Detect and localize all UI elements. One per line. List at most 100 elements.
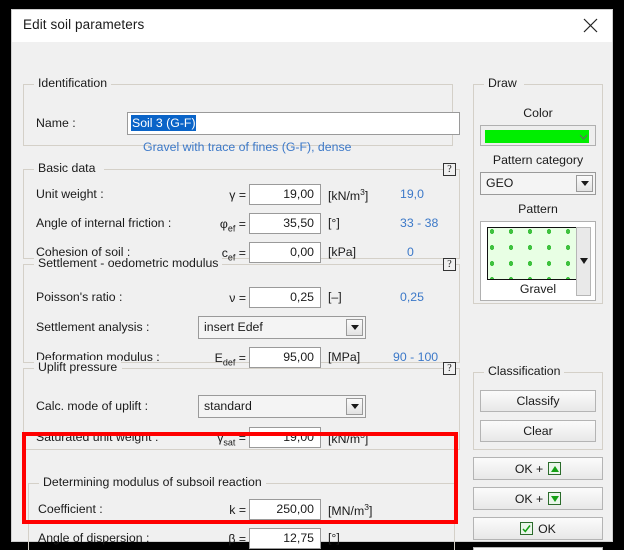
pattern-preview[interactable]: Gravel bbox=[480, 221, 596, 301]
color-select[interactable] bbox=[480, 125, 596, 146]
cohesion-unit: [kPa] bbox=[328, 245, 357, 259]
deformation-modulus-hint: 90 - 100 bbox=[393, 350, 439, 364]
coefficient-input[interactable]: 250,00 bbox=[249, 499, 321, 520]
deformation-modulus-unit: [MPa] bbox=[328, 350, 361, 364]
uplift-mode-label: Calc. mode of uplift : bbox=[36, 399, 149, 413]
coefficient-symbol: k = bbox=[229, 503, 246, 517]
angle-friction-value: 35,50 bbox=[283, 216, 314, 230]
help-icon-settlement[interactable]: ? bbox=[443, 258, 456, 271]
pattern-category-select[interactable]: GEO bbox=[480, 172, 596, 195]
angle-friction-symbol-text: φ bbox=[219, 217, 228, 231]
help-icon-uplift[interactable]: ? bbox=[443, 362, 456, 375]
close-icon[interactable] bbox=[568, 10, 612, 41]
angle-dispersion-label: Angle of dispersion : bbox=[38, 531, 150, 545]
settlement-group: Settlement - oedometric modulus bbox=[23, 256, 460, 363]
cohesion-hint: 0 bbox=[407, 245, 414, 259]
angle-friction-symbol: φef = bbox=[198, 217, 246, 233]
poisson-ratio-symbol: ν = bbox=[229, 291, 246, 305]
chevron-down-icon[interactable] bbox=[576, 175, 593, 192]
unit-weight-unit: [kN/m3] bbox=[328, 187, 368, 203]
classify-button-label: Classify bbox=[516, 394, 560, 408]
angle-friction-hint: 33 - 38 bbox=[400, 216, 439, 230]
edit-soil-parameters-dialog: Edit soil parameters Identification Name… bbox=[11, 9, 613, 550]
unit-weight-value: 19,00 bbox=[283, 187, 314, 201]
coefficient-value: 250,00 bbox=[276, 502, 314, 516]
arrow-up-icon bbox=[548, 462, 562, 475]
coefficient-unit-a: [MN/m bbox=[328, 504, 365, 519]
classification-legend: Classification bbox=[484, 364, 565, 378]
poisson-ratio-hint: 0,25 bbox=[400, 290, 424, 304]
unit-weight-input[interactable]: 19,00 bbox=[249, 184, 321, 205]
deformation-modulus-value: 95,00 bbox=[283, 350, 314, 364]
saturated-unit-weight-symbol-eq: = bbox=[235, 431, 246, 445]
uplift-mode-value: standard bbox=[204, 399, 252, 413]
angle-friction-symbol-eq: = bbox=[235, 217, 246, 231]
help-icon-basic-data[interactable]: ? bbox=[443, 163, 456, 176]
subsoil-reaction-legend: Determining modulus of subsoil reaction bbox=[39, 475, 266, 489]
settlement-analysis-select[interactable]: insert Edef bbox=[198, 316, 366, 339]
color-label: Color bbox=[523, 106, 553, 120]
ok-plus-up-button[interactable]: OK + bbox=[473, 457, 603, 480]
clear-button[interactable]: Clear bbox=[480, 420, 596, 442]
saturated-unit-weight-value: 19,00 bbox=[283, 430, 314, 444]
chevron-down-icon[interactable] bbox=[577, 130, 590, 143]
ok-plus-up-label: OK + bbox=[514, 461, 544, 476]
classify-button[interactable]: Classify bbox=[480, 390, 596, 412]
chevron-down-icon[interactable] bbox=[580, 258, 588, 264]
uplift-legend: Uplift pressure bbox=[34, 360, 122, 374]
poisson-ratio-label: Poisson's ratio : bbox=[36, 290, 123, 304]
draw-legend: Draw bbox=[484, 76, 521, 90]
saturated-unit-weight-input[interactable]: 19,00 bbox=[249, 427, 321, 448]
unit-weight-unit-a: [kN/m bbox=[328, 189, 361, 204]
pattern-swatch-gravel bbox=[487, 227, 583, 280]
pattern-scrollbar[interactable] bbox=[576, 227, 591, 296]
unit-weight-symbol-text: γ = bbox=[229, 188, 246, 202]
angle-dispersion-unit: [°] bbox=[328, 531, 340, 545]
deformation-modulus-symbol-sub: def bbox=[222, 357, 236, 368]
saturated-unit-weight-unit-a: [kN/m bbox=[328, 432, 361, 447]
color-swatch bbox=[485, 130, 589, 143]
clear-button-label: Clear bbox=[523, 424, 553, 438]
dialog-body: Identification Name : Soil 3 (G-F) Grave… bbox=[12, 42, 612, 550]
angle-dispersion-input[interactable]: 12,75 bbox=[249, 528, 321, 549]
arrow-down-icon bbox=[548, 492, 562, 505]
soil-description: Gravel with trace of fines (G-F), dense bbox=[143, 140, 352, 154]
unit-weight-symbol: γ = bbox=[208, 188, 246, 202]
settlement-analysis-label: Settlement analysis : bbox=[36, 320, 150, 334]
name-input[interactable]: Soil 3 (G-F) bbox=[127, 112, 460, 135]
deformation-modulus-symbol-text: E bbox=[214, 351, 223, 365]
name-label: Name : bbox=[36, 116, 76, 130]
cohesion-symbol-eq: = bbox=[235, 246, 246, 260]
unit-weight-label: Unit weight : bbox=[36, 187, 104, 201]
pattern-category-label: Pattern category bbox=[492, 153, 584, 167]
pattern-label: Pattern bbox=[518, 202, 558, 216]
cohesion-value: 0,00 bbox=[290, 245, 314, 259]
angle-friction-input[interactable]: 35,50 bbox=[249, 213, 321, 234]
poisson-ratio-unit: [–] bbox=[328, 290, 342, 304]
angle-dispersion-value: 12,75 bbox=[283, 531, 314, 545]
angle-friction-label: Angle of internal friction : bbox=[36, 216, 172, 230]
ok-plus-down-label: OK + bbox=[514, 491, 544, 506]
coefficient-unit: [MN/m3] bbox=[328, 502, 372, 518]
ok-plus-down-button[interactable]: OK + bbox=[473, 487, 603, 510]
screen: Edit soil parameters Identification Name… bbox=[0, 0, 624, 550]
saturated-unit-weight-unit-b: ] bbox=[364, 432, 369, 447]
settlement-analysis-value: insert Edef bbox=[204, 320, 263, 334]
deformation-modulus-input[interactable]: 95,00 bbox=[249, 347, 321, 368]
uplift-mode-select[interactable]: standard bbox=[198, 395, 366, 418]
identification-legend: Identification bbox=[34, 76, 112, 90]
basic-data-legend: Basic data bbox=[34, 161, 100, 175]
cohesion-input[interactable]: 0,00 bbox=[249, 242, 321, 263]
coefficient-label: Coefficient : bbox=[38, 502, 103, 516]
unit-weight-unit-b: ] bbox=[364, 189, 369, 204]
chevron-down-icon[interactable] bbox=[346, 319, 363, 336]
saturated-unit-weight-label: Saturated unit weight : bbox=[36, 430, 159, 444]
chevron-down-icon[interactable] bbox=[346, 398, 363, 415]
unit-weight-hint: 19,0 bbox=[400, 187, 424, 201]
poisson-ratio-input[interactable]: 0,25 bbox=[249, 287, 321, 308]
poisson-ratio-value: 0,25 bbox=[290, 290, 314, 304]
pattern-category-value: GEO bbox=[486, 176, 514, 190]
saturated-unit-weight-unit: [kN/m3] bbox=[328, 430, 368, 446]
settlement-legend: Settlement - oedometric modulus bbox=[34, 256, 223, 270]
ok-button[interactable]: OK bbox=[473, 517, 603, 540]
